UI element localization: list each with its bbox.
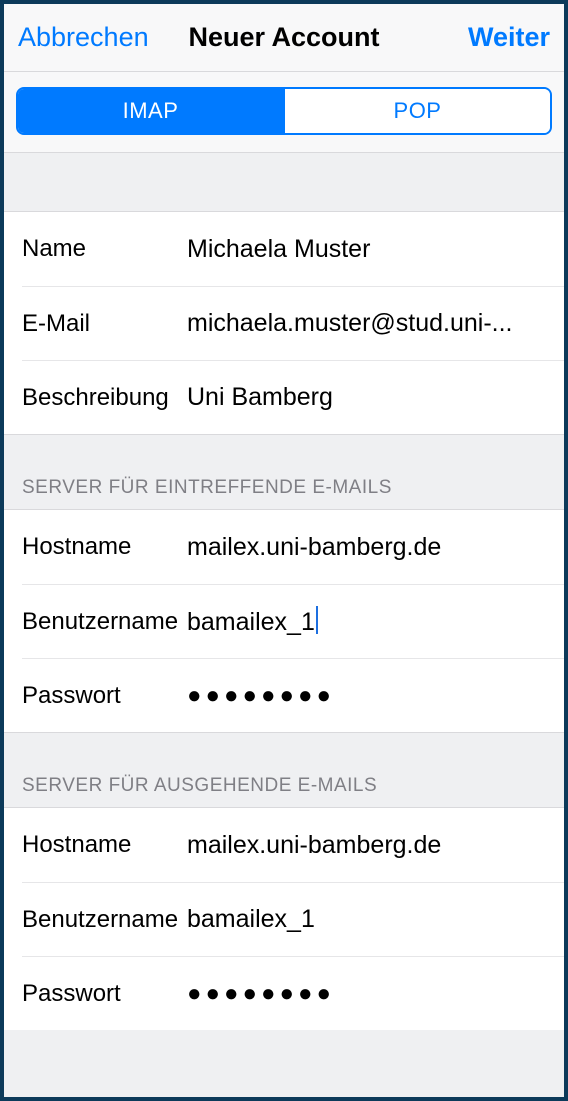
row-outgoing-user: Benutzername bamailex_1: [22, 882, 564, 956]
description-label: Beschreibung: [22, 384, 187, 412]
row-email: E-Mail michaela.muster@stud.uni-...: [22, 286, 564, 360]
outgoing-user-label: Benutzername: [22, 906, 187, 934]
outgoing-header: SERVER FÜR AUSGEHENDE E-MAILS: [4, 732, 564, 808]
incoming-host-label: Hostname: [22, 533, 187, 561]
incoming-user-field[interactable]: bamailex_1: [187, 606, 546, 637]
outgoing-host-field[interactable]: mailex.uni-bamberg.de: [187, 831, 546, 860]
incoming-header: SERVER FÜR EINTREFFENDE E-MAILS: [4, 434, 564, 510]
tab-pop[interactable]: POP: [283, 89, 550, 133]
protocol-segmented-control: IMAP POP: [16, 87, 552, 135]
incoming-host-field[interactable]: mailex.uni-bamberg.de: [187, 533, 546, 562]
row-description: Beschreibung Uni Bamberg: [22, 360, 564, 434]
modal-header: Abbrechen Neuer Account Weiter: [4, 4, 564, 72]
outgoing-host-label: Hostname: [22, 831, 187, 859]
row-incoming-user: Benutzername bamailex_1: [22, 584, 564, 658]
cancel-button[interactable]: Abbrechen: [18, 22, 149, 53]
description-field[interactable]: Uni Bamberg: [187, 383, 546, 412]
next-button[interactable]: Weiter: [468, 22, 550, 53]
tab-imap[interactable]: IMAP: [18, 89, 283, 133]
row-outgoing-host: Hostname mailex.uni-bamberg.de: [4, 808, 564, 882]
outgoing-group: Hostname mailex.uni-bamberg.de Benutzern…: [4, 808, 564, 1030]
incoming-group: Hostname mailex.uni-bamberg.de Benutzern…: [4, 510, 564, 732]
incoming-user-label: Benutzername: [22, 608, 187, 636]
protocol-segmented-wrap: IMAP POP: [4, 72, 564, 152]
section-gap: [4, 152, 564, 212]
email-label: E-Mail: [22, 310, 187, 338]
name-label: Name: [22, 235, 187, 263]
row-name: Name Michaela Muster: [4, 212, 564, 286]
row-incoming-pass: Passwort ●●●●●●●●: [22, 658, 564, 732]
outgoing-pass-label: Passwort: [22, 980, 187, 1008]
name-field[interactable]: Michaela Muster: [187, 235, 546, 264]
row-outgoing-pass: Passwort ●●●●●●●●: [22, 956, 564, 1030]
outgoing-user-field[interactable]: bamailex_1: [187, 905, 546, 934]
incoming-pass-label: Passwort: [22, 682, 187, 710]
outgoing-pass-field[interactable]: ●●●●●●●●: [187, 980, 546, 1008]
row-incoming-host: Hostname mailex.uni-bamberg.de: [4, 510, 564, 584]
incoming-pass-field[interactable]: ●●●●●●●●: [187, 682, 546, 710]
email-field[interactable]: michaela.muster@stud.uni-...: [187, 309, 546, 338]
account-group: Name Michaela Muster E-Mail michaela.mus…: [4, 212, 564, 434]
